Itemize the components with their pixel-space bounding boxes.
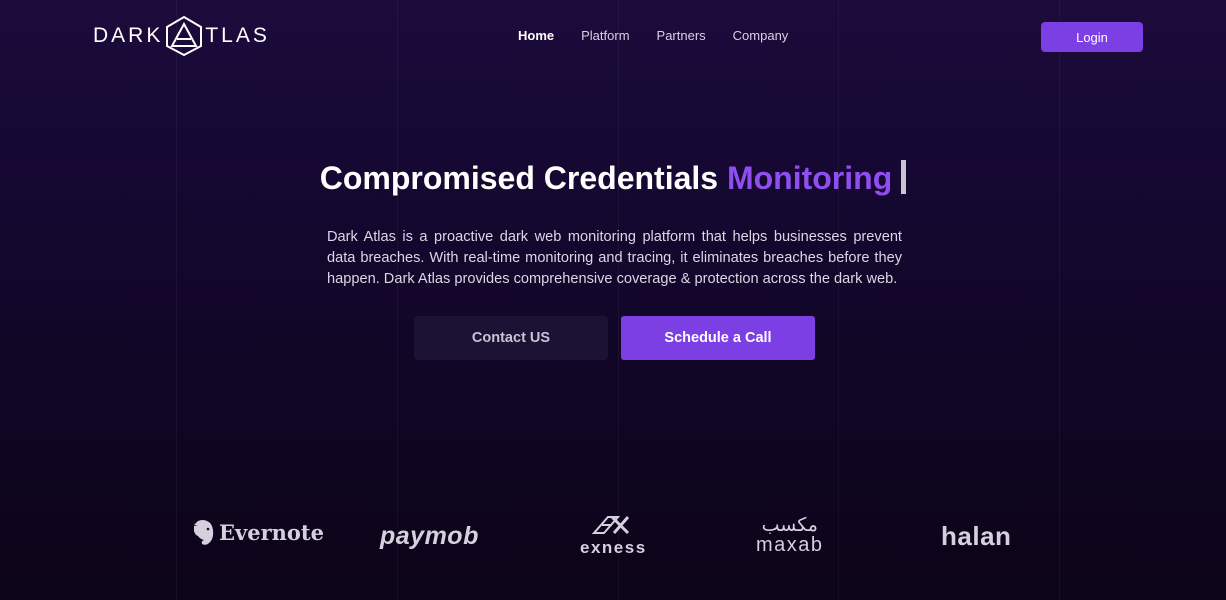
atlas-logo-icon: [166, 15, 203, 57]
site-logo[interactable]: DARK TLAS: [93, 15, 270, 57]
partner-logos: Evernote paymob exness مكسب maxab halan: [0, 505, 1226, 565]
schedule-call-button[interactable]: Schedule a Call: [621, 316, 815, 360]
partner-paymob: paymob: [380, 522, 479, 551]
logo-text-right: TLAS: [205, 24, 270, 47]
contact-us-button[interactable]: Contact US: [414, 316, 608, 360]
hero-title-accent: Monitoring: [726, 160, 893, 196]
hero-title-main: Compromised Credentials: [319, 160, 719, 196]
exness-mark-icon: [592, 515, 630, 535]
site-header: DARK TLAS Home Platform Partners Company…: [0, 0, 1226, 75]
nav-platform[interactable]: Platform: [581, 28, 629, 43]
evernote-wordmark: Evernote: [219, 520, 324, 545]
typing-cursor-icon: [901, 160, 907, 194]
partner-halan: halan: [941, 521, 1011, 552]
exness-wordmark: exness: [580, 538, 647, 557]
maxab-arabic-wordmark: مكسب: [761, 514, 818, 536]
logo-text-left: DARK: [93, 24, 164, 47]
partner-evernote: Evernote: [192, 519, 324, 546]
halan-wordmark: halan: [941, 521, 1012, 551]
nav-home[interactable]: Home: [518, 28, 554, 43]
login-button[interactable]: Login: [1041, 22, 1143, 52]
main-nav: Home Platform Partners Company: [518, 28, 815, 43]
hero-description: Dark Atlas is a proactive dark web monit…: [327, 229, 902, 287]
maxab-wordmark: maxab: [756, 534, 824, 556]
hero-title: Compromised Credentials Monitoring: [0, 160, 1226, 197]
partner-maxab: مكسب maxab: [756, 515, 824, 555]
evernote-elephant-icon: [194, 520, 214, 545]
nav-company[interactable]: Company: [733, 28, 789, 43]
paymob-wordmark: paymob: [380, 522, 479, 550]
partner-exness: exness: [580, 513, 647, 558]
nav-partners[interactable]: Partners: [657, 28, 706, 43]
